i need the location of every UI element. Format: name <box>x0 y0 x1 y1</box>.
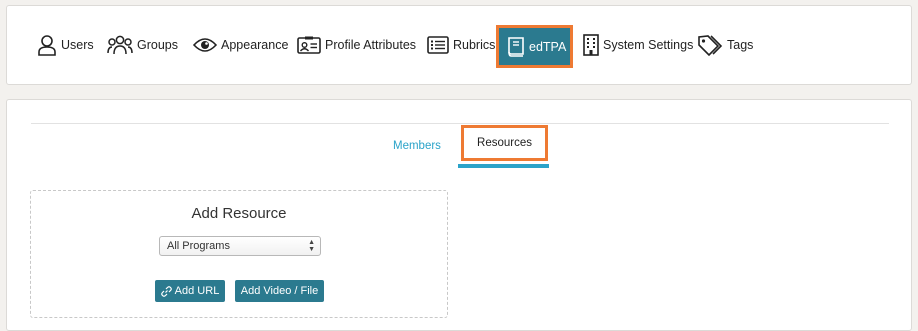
add-url-label: Add URL <box>174 285 220 297</box>
nav-tags[interactable]: Tags <box>697 6 753 84</box>
nav-users-label: Users <box>61 38 94 52</box>
building-icon <box>583 34 599 56</box>
nav-appearance-label: Appearance <box>221 38 289 52</box>
group-icon <box>107 35 133 55</box>
tags-icon <box>697 34 723 56</box>
nav-groups-label: Groups <box>137 38 178 52</box>
nav-edtpa[interactable]: edTPA <box>499 28 570 65</box>
add-url-button[interactable]: Add URL <box>155 280 225 302</box>
nav-edtpa-label: edTPA <box>529 39 567 54</box>
tab-members[interactable]: Members <box>393 140 441 152</box>
user-icon <box>37 34 57 56</box>
program-select-value: All Programs <box>167 240 230 252</box>
tabs-divider <box>31 123 889 124</box>
nav-users[interactable]: Users <box>37 6 94 84</box>
program-select[interactable]: All Programs ▲ ▼ <box>159 236 321 256</box>
book-icon <box>507 36 525 57</box>
active-tab-indicator <box>458 164 549 168</box>
nav-groups[interactable]: Groups <box>107 6 178 84</box>
id-card-icon <box>297 36 321 54</box>
add-resource-box: Add Resource All Programs ▲ ▼ Add URL Add… <box>30 190 448 318</box>
rubric-list-icon <box>427 36 449 54</box>
nav-appearance[interactable]: Appearance <box>193 6 288 84</box>
nav-system-settings-label: System Settings <box>603 38 694 52</box>
nav-rubrics-label: Rubrics <box>453 38 496 52</box>
tab-resources-label: Resources <box>477 137 532 149</box>
admin-top-nav: Users Groups Appearance Profile Attribut… <box>6 5 912 85</box>
edtpa-panel: Members Resources Add Resource All Progr… <box>6 99 912 331</box>
add-video-file-button[interactable]: Add Video / File <box>235 280 324 302</box>
link-icon <box>160 285 172 297</box>
nav-profile-attributes-label: Profile Attributes <box>325 38 417 52</box>
nav-tags-label: Tags <box>727 38 754 52</box>
select-arrows-icon: ▲ ▼ <box>308 239 315 253</box>
nav-system-settings[interactable]: System Settings <box>583 6 693 84</box>
add-video-label: Add Video / File <box>240 285 319 297</box>
eye-icon <box>193 37 217 53</box>
add-resource-title: Add Resource <box>191 205 287 222</box>
nav-rubrics[interactable]: Rubrics <box>427 6 495 84</box>
tab-resources[interactable]: Resources <box>461 125 548 161</box>
nav-profile-attributes[interactable]: Profile Attributes <box>297 6 416 84</box>
